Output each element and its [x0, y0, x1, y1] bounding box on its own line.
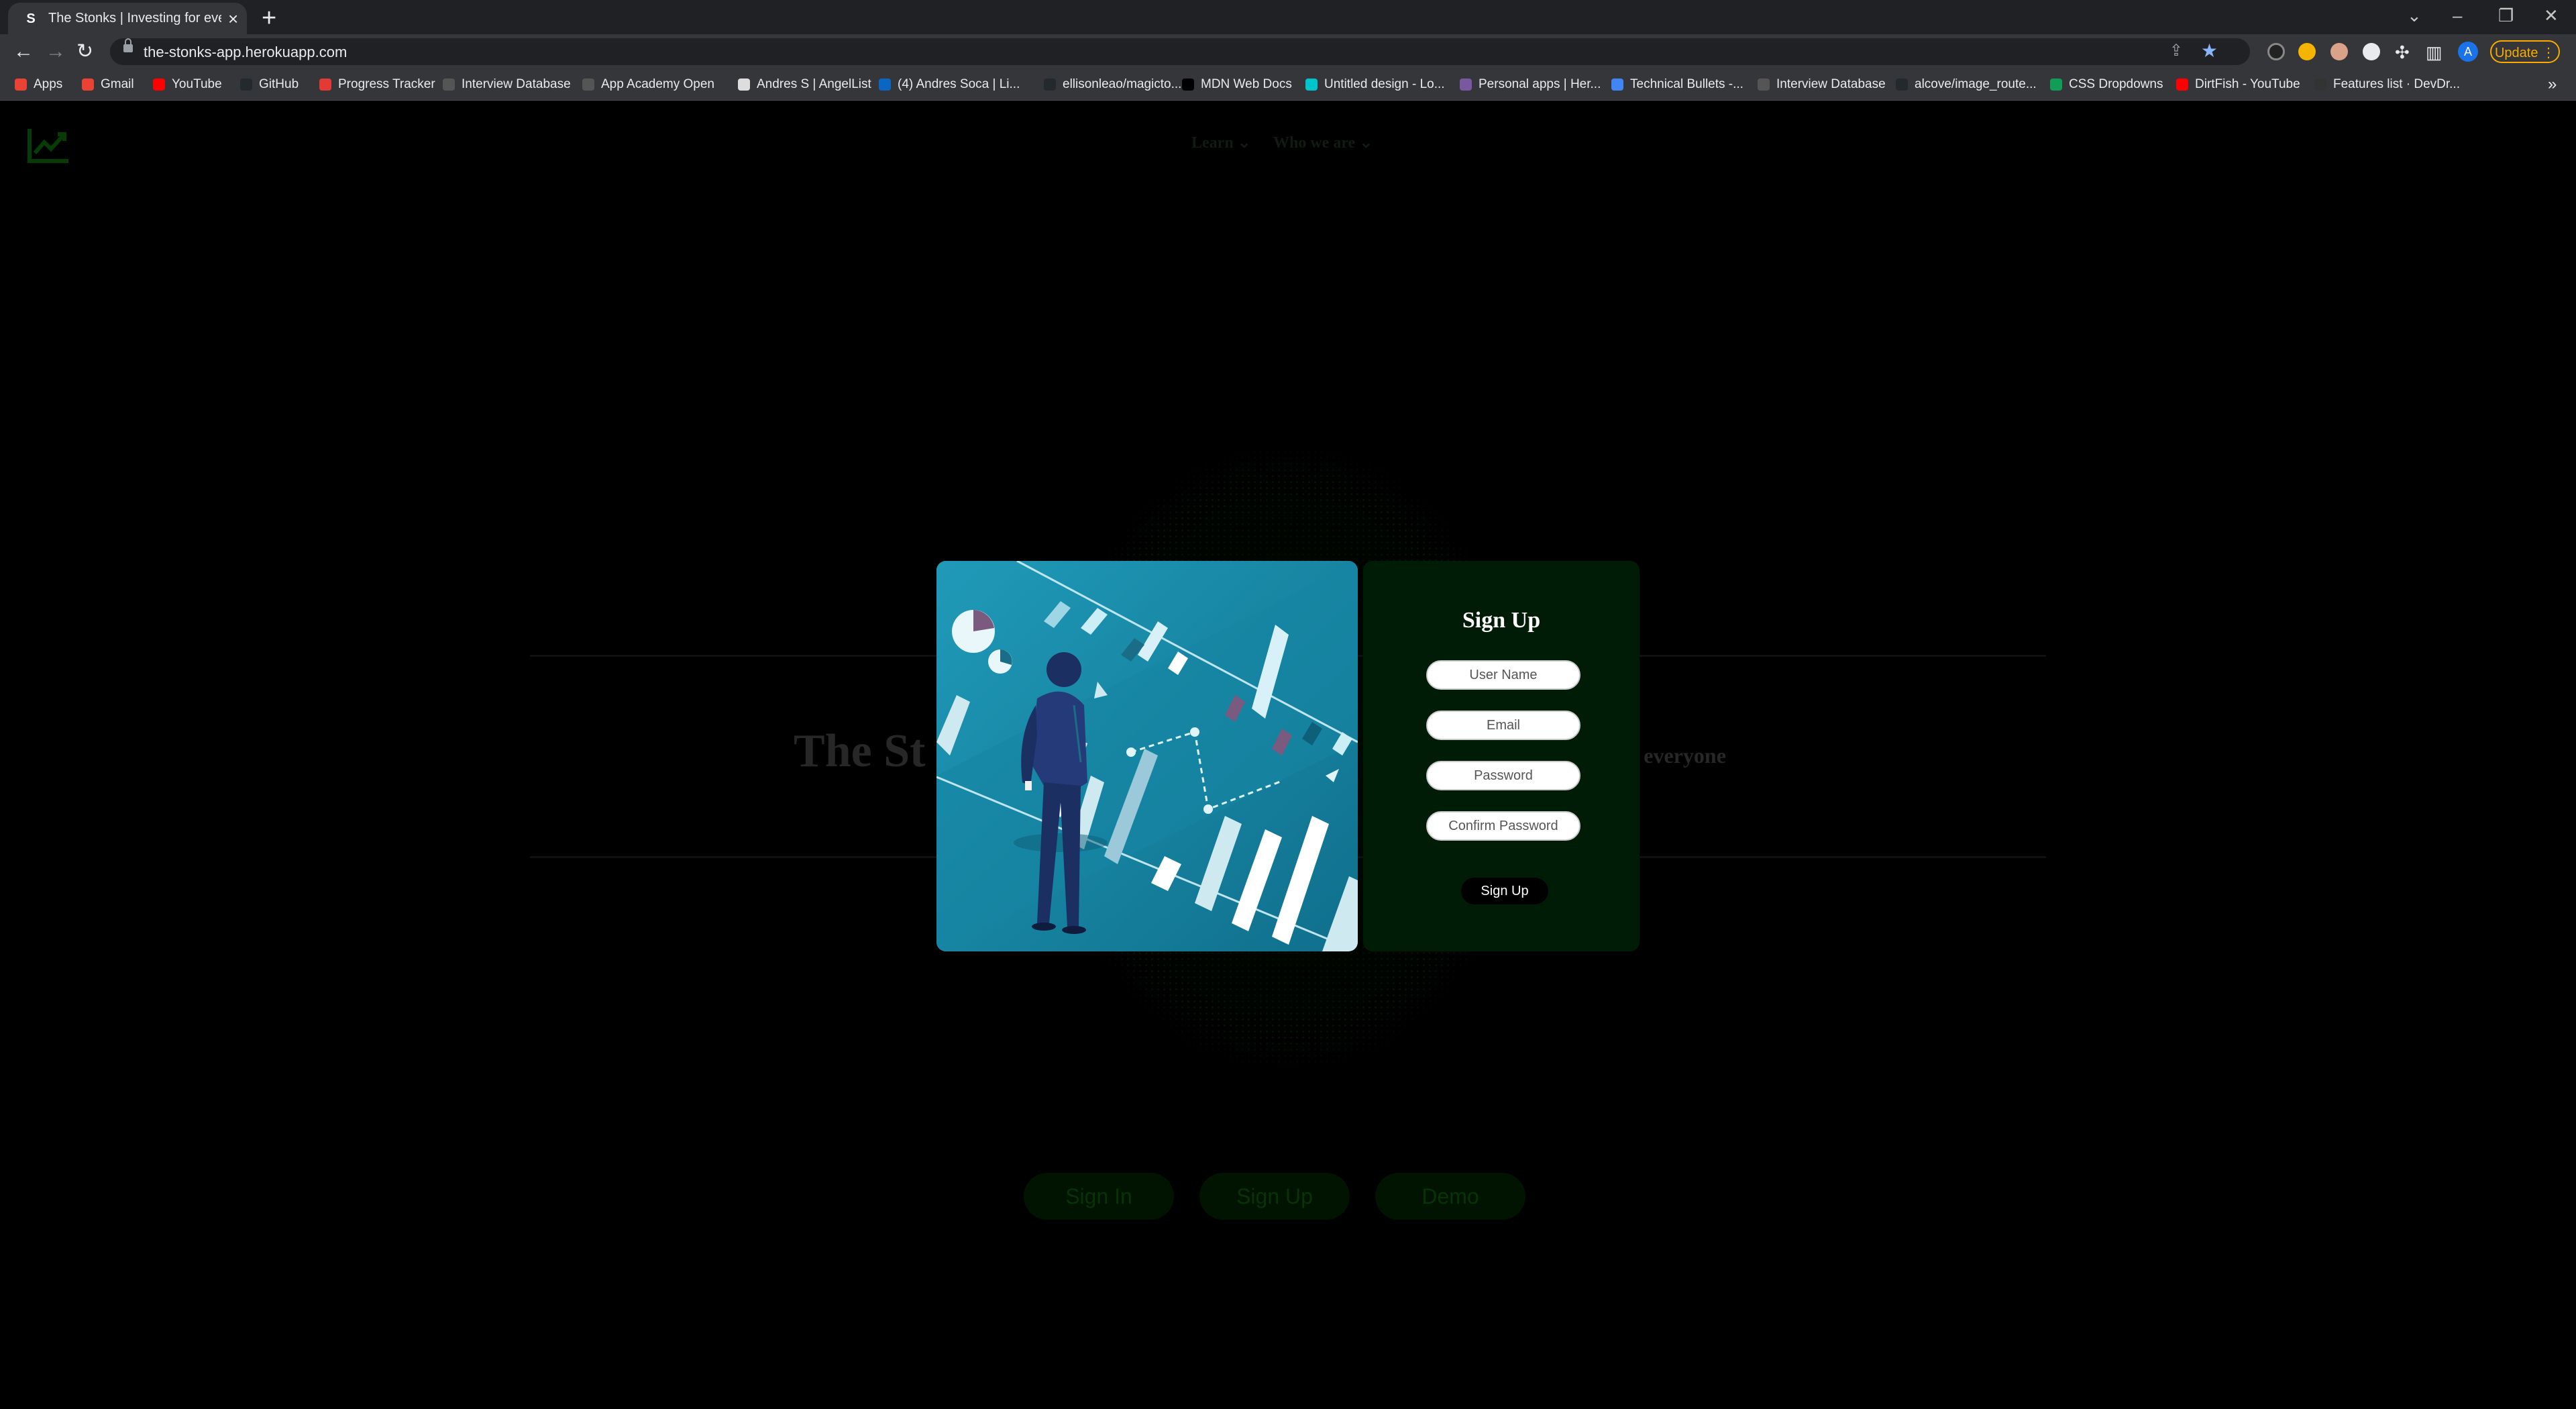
bookmark-favicon-icon: [443, 79, 455, 91]
forward-icon[interactable]: →: [46, 40, 66, 64]
bookmark-label: Andres S | AngelList: [757, 77, 871, 91]
bookmark-favicon-icon: [2314, 79, 2326, 91]
tab-search-icon[interactable]: ⌄: [2407, 4, 2422, 27]
lock-icon[interactable]: [123, 38, 133, 52]
bookmark-item[interactable]: ellisonleao/magicto...: [1044, 76, 1181, 93]
bookmark-label: Interview Database: [1776, 77, 1886, 91]
bookmark-favicon-icon: [15, 79, 27, 91]
bookmark-favicon-icon: [1611, 79, 1623, 91]
extensions-puzzle-icon[interactable]: ✣: [2395, 40, 2410, 64]
bookmark-item[interactable]: CSS Dropdowns: [2050, 76, 2163, 93]
signup-illustration: [936, 561, 1358, 951]
bookmark-item[interactable]: Interview Database: [1758, 76, 1886, 93]
email-field[interactable]: [1426, 711, 1580, 740]
profile-avatar[interactable]: A: [2458, 42, 2478, 62]
bookmark-label: Progress Tracker: [338, 77, 435, 91]
bookmark-favicon-icon: [1758, 79, 1770, 91]
update-button[interactable]: Update ⋮: [2490, 40, 2560, 63]
side-panel-icon[interactable]: ▥: [2426, 40, 2443, 64]
signup-submit-button[interactable]: Sign Up: [1461, 878, 1548, 904]
bookmark-item[interactable]: Andres S | AngelList: [738, 76, 871, 93]
bookmark-item[interactable]: DirtFish - YouTube: [2176, 76, 2300, 93]
bookmark-label: alcove/image_route...: [1915, 77, 2037, 91]
bookmark-item[interactable]: Untitled design - Lo...: [1305, 76, 1445, 93]
password-field[interactable]: [1426, 761, 1580, 790]
bookmark-label: App Academy Open: [601, 77, 714, 91]
bookmark-label: Personal apps | Her...: [1479, 77, 1601, 91]
bookmark-label: Technical Bullets -...: [1630, 77, 1743, 91]
bookmark-label: CSS Dropdowns: [2069, 77, 2163, 91]
bookmark-favicon-icon: [879, 79, 891, 91]
tab-strip: S The Stonks | Investing for everyo × + …: [0, 0, 2576, 34]
bookmark-item[interactable]: Progress Tracker: [319, 76, 435, 93]
minimize-button[interactable]: –: [2453, 4, 2462, 27]
update-label: Update: [2494, 46, 2538, 60]
bookmark-item[interactable]: App Academy Open: [582, 76, 714, 93]
bookmark-label: Interview Database: [462, 77, 571, 91]
bookmark-item[interactable]: Features list · DevDr...: [2314, 76, 2460, 93]
browser-tab-active[interactable]: S The Stonks | Investing for everyo ×: [8, 3, 247, 34]
bookmark-label: Features list · DevDr...: [2333, 77, 2460, 91]
bookmark-item[interactable]: GitHub: [240, 76, 299, 93]
bookmark-label: YouTube: [172, 77, 222, 91]
bookmark-star-icon[interactable]: ★: [2201, 40, 2218, 62]
bookmark-label: ellisonleao/magicto...: [1063, 77, 1182, 91]
bookmark-favicon-icon: [153, 79, 165, 91]
bookmark-favicon-icon: [2176, 79, 2188, 91]
restore-button[interactable]: ❐: [2498, 4, 2514, 27]
address-bar[interactable]: the-stonks-app.herokuapp.com ⇪ ★: [110, 38, 2250, 65]
bookmark-favicon-icon: [2050, 79, 2062, 91]
bookmark-label: Untitled design - Lo...: [1324, 77, 1445, 91]
bookmark-favicon-icon: [240, 79, 252, 91]
bookmark-item[interactable]: (4) Andres Soca | Li...: [879, 76, 1020, 93]
bookmark-item[interactable]: MDN Web Docs: [1182, 76, 1292, 93]
bookmark-item[interactable]: Apps: [15, 76, 62, 93]
bookmark-item[interactable]: alcove/image_route...: [1896, 76, 2037, 93]
extension-icon[interactable]: [2298, 43, 2316, 60]
bookmark-favicon-icon: [319, 79, 331, 91]
bookmark-item[interactable]: Technical Bullets -...: [1611, 76, 1743, 93]
bookmark-favicon-icon: [582, 79, 594, 91]
bookmark-label: GitHub: [259, 77, 299, 91]
bookmark-favicon-icon: [1044, 79, 1056, 91]
bookmark-item[interactable]: Personal apps | Her...: [1460, 76, 1601, 93]
extension-icon[interactable]: [2363, 43, 2380, 60]
tab-title: The Stonks | Investing for everyo: [48, 11, 221, 25]
back-icon[interactable]: ←: [13, 40, 34, 64]
new-tab-button[interactable]: +: [262, 5, 276, 31]
more-bookmarks-icon[interactable]: »: [2548, 75, 2557, 93]
signup-title: Sign Up: [1462, 608, 1541, 633]
signup-form-panel: Sign Up Sign Up: [1363, 561, 1640, 951]
businessman-chart-illustration: [936, 561, 1358, 951]
browser-toolbar: ← → ↻ the-stonks-app.herokuapp.com ⇪ ★ ✣…: [0, 34, 2576, 69]
username-field[interactable]: [1426, 660, 1580, 690]
bookmark-label: (4) Andres Soca | Li...: [898, 77, 1020, 91]
confirm-password-field[interactable]: [1426, 811, 1580, 841]
bookmark-label: MDN Web Docs: [1201, 77, 1292, 91]
bookmark-label: Apps: [34, 77, 63, 91]
bookmark-favicon-icon: [1460, 79, 1472, 91]
close-window-button[interactable]: ✕: [2544, 4, 2559, 27]
bookmark-item[interactable]: Gmail: [82, 76, 134, 93]
bookmark-favicon-icon: [1182, 79, 1194, 91]
bookmark-label: DirtFish - YouTube: [2195, 77, 2300, 91]
extension-icon[interactable]: [2267, 43, 2285, 60]
tab-favicon-icon: S: [26, 11, 36, 26]
tab-close-icon[interactable]: ×: [228, 10, 238, 28]
bookmarks-bar: Apps Gmail YouTube GitHub Progress Tracker In…: [0, 69, 2576, 101]
bookmark-label: Gmail: [101, 77, 134, 91]
bookmark-item[interactable]: YouTube: [153, 76, 222, 93]
bookmark-item[interactable]: Interview Database: [443, 76, 571, 93]
bookmark-favicon-icon: [738, 79, 750, 91]
reload-icon[interactable]: ↻: [76, 40, 93, 64]
extension-icon[interactable]: [2330, 43, 2348, 60]
share-icon[interactable]: ⇪: [2169, 41, 2183, 60]
bookmark-favicon-icon: [82, 79, 94, 91]
bookmark-favicon-icon: [1896, 79, 1908, 91]
url-text[interactable]: the-stonks-app.herokuapp.com: [144, 44, 347, 61]
bookmark-favicon-icon: [1305, 79, 1318, 91]
